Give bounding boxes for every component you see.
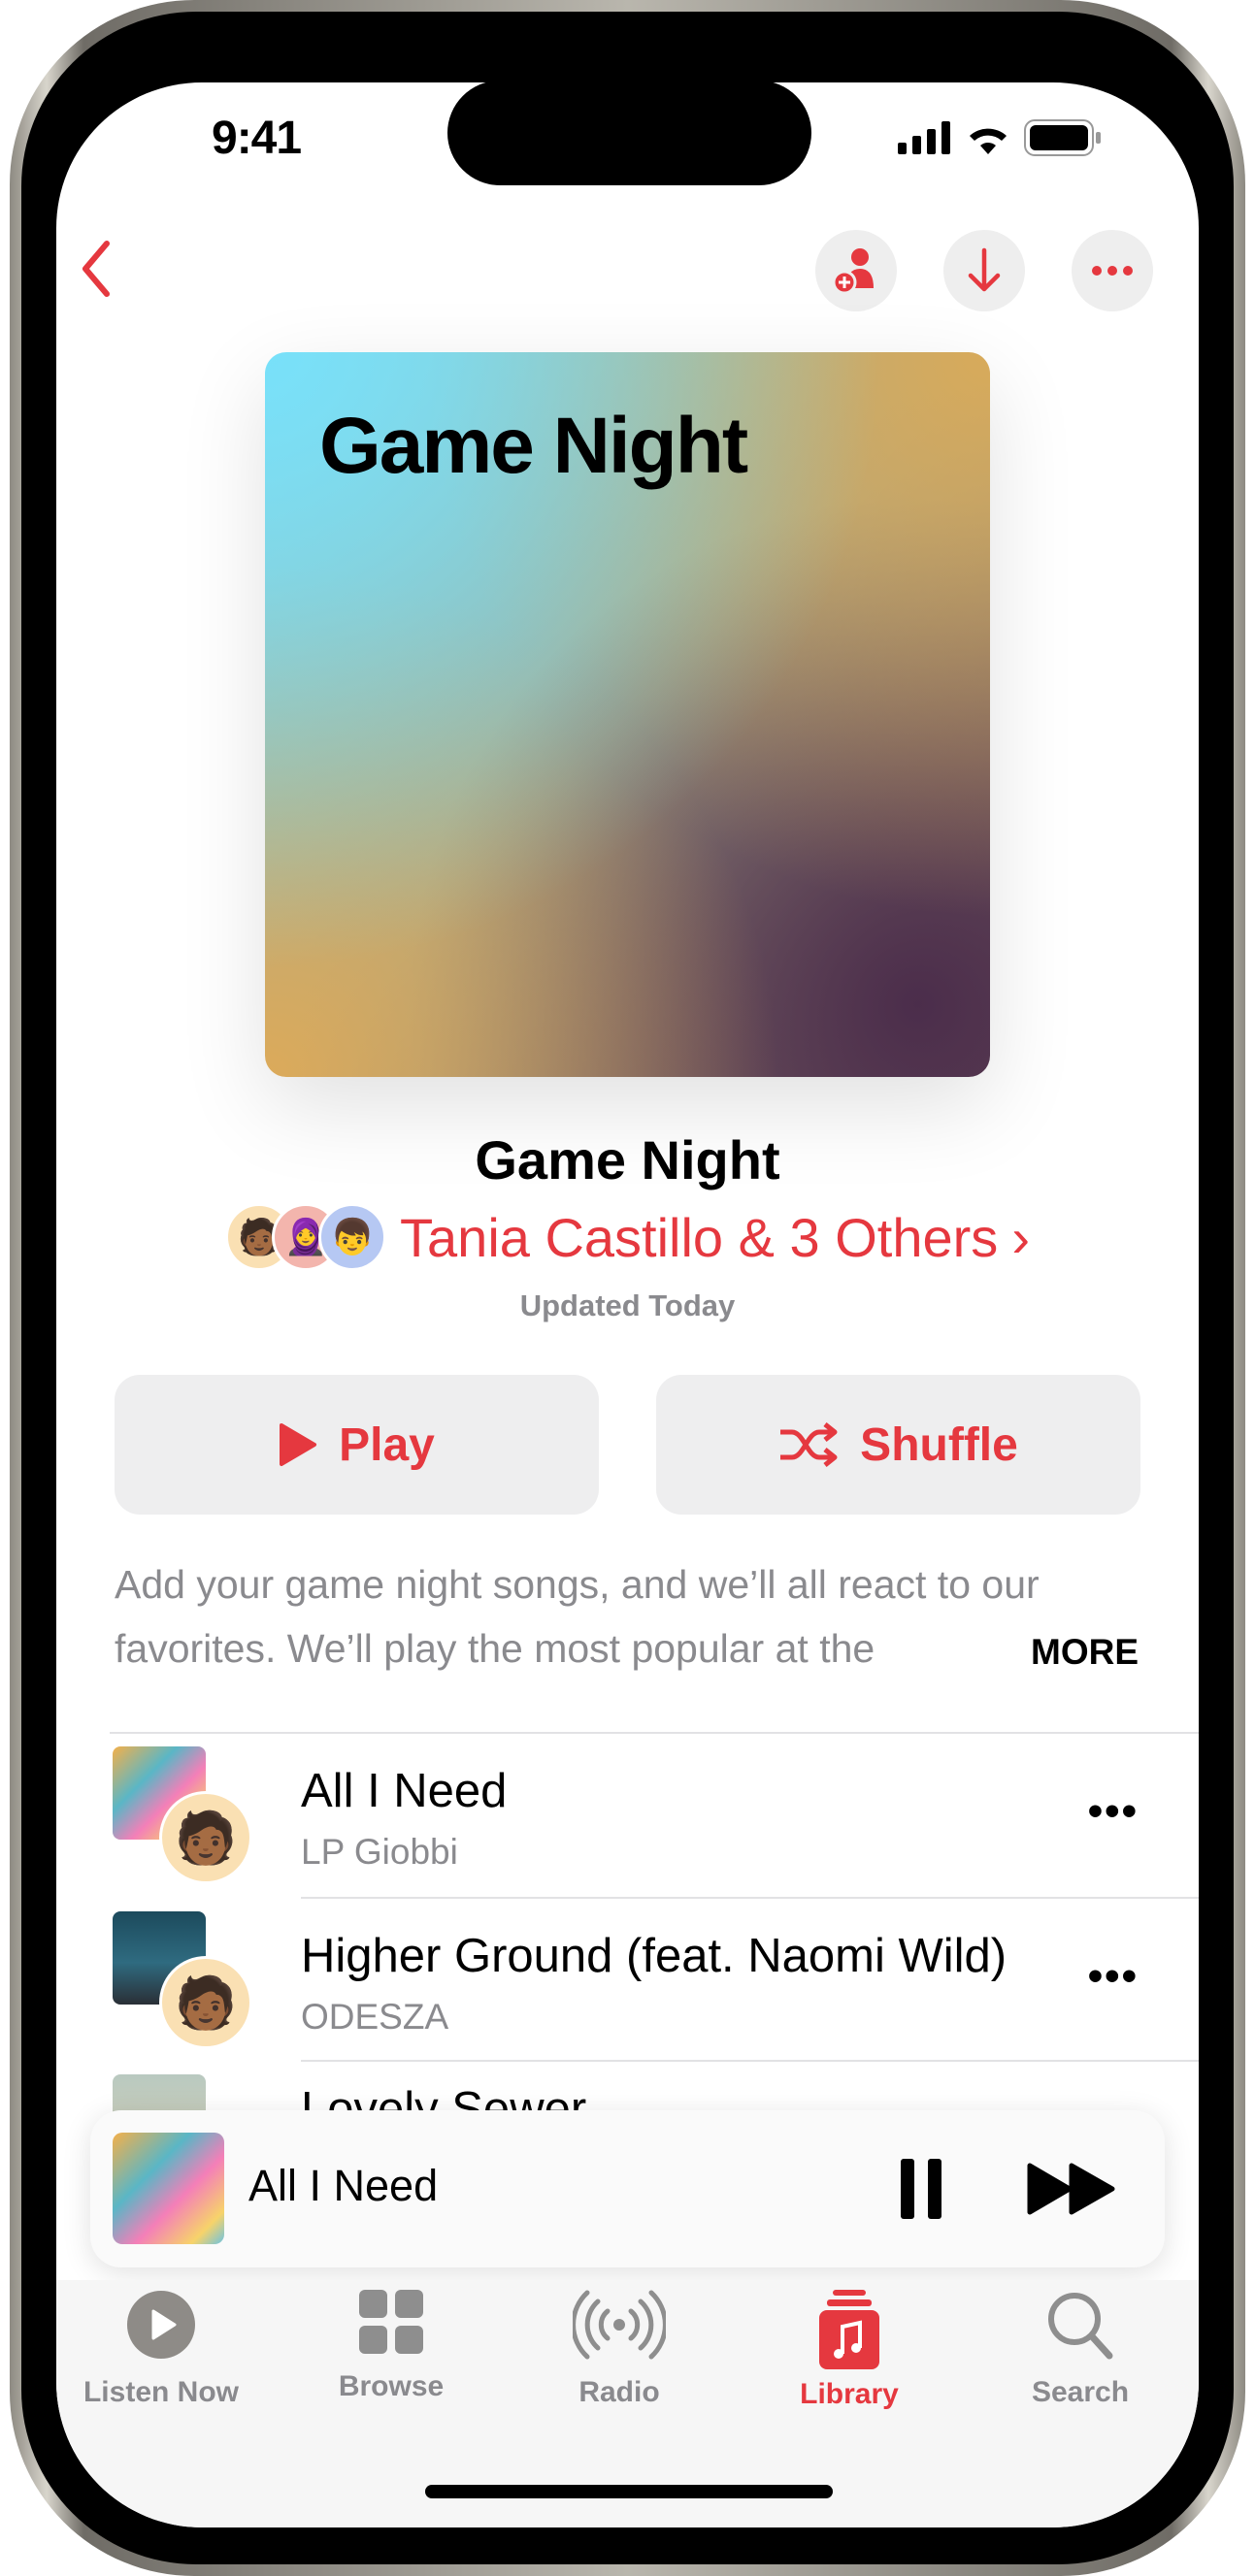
- tab-label: Search: [1031, 2376, 1130, 2408]
- wifi-icon: [970, 128, 1007, 154]
- divider: [110, 1732, 1199, 1734]
- mini-player[interactable]: All I Need: [90, 2110, 1165, 2267]
- description-more-button[interactable]: MORE: [992, 1632, 1139, 1673]
- track-row[interactable]: 🧑🏾 All I Need LP Giobbi •••: [56, 1735, 1199, 1898]
- avatar: 👦: [318, 1203, 387, 1271]
- shuffle-icon: [780, 1422, 838, 1467]
- chevron-right-icon: ›: [1011, 1206, 1030, 1268]
- play-circle-icon: [127, 2291, 195, 2359]
- download-button[interactable]: [943, 230, 1025, 311]
- add-collaborator-button[interactable]: [815, 230, 897, 311]
- radio-icon: [571, 2290, 668, 2360]
- home-indicator[interactable]: [425, 2485, 833, 2498]
- battery-icon: [1024, 119, 1101, 156]
- more-icon: [1092, 266, 1133, 276]
- now-playing-artwork: [113, 2133, 224, 2244]
- track-more-button[interactable]: •••: [1088, 1952, 1139, 2001]
- tab-bar: Listen Now Browse Radio Library Search: [56, 2280, 1199, 2527]
- cellular-signal-icon: [898, 121, 950, 154]
- collaborators-text: Tania Castillo & 3 Others: [400, 1206, 999, 1268]
- tab-label: Browse: [338, 2370, 445, 2402]
- tab-search[interactable]: Search: [983, 2290, 1177, 2409]
- search-icon: [1048, 2293, 1113, 2360]
- track-title: All I Need: [301, 1765, 508, 1817]
- divider: [301, 1897, 1199, 1899]
- play-icon: [280, 1423, 317, 1466]
- playlist-artwork: Game Night: [265, 352, 990, 1077]
- tab-browse[interactable]: Browse: [294, 2290, 488, 2403]
- status-icons: [898, 119, 1102, 156]
- tab-listen-now[interactable]: Listen Now: [64, 2290, 258, 2409]
- track-more-button[interactable]: •••: [1088, 1787, 1139, 1836]
- shuffle-label: Shuffle: [860, 1418, 1018, 1471]
- collaborator-avatars: 🧑🏾 🧕 👦: [225, 1203, 387, 1271]
- track-row[interactable]: 🧑🏾 Higher Ground (feat. Naomi Wild) ODES…: [56, 1900, 1199, 2063]
- now-playing-title: All I Need: [248, 2161, 439, 2210]
- download-icon: [968, 247, 1001, 292]
- library-icon: [819, 2290, 879, 2369]
- collaborators-link[interactable]: 🧑🏾 🧕 👦 Tania Castillo & 3 Others ›: [56, 1203, 1199, 1271]
- grid-icon: [359, 2290, 423, 2354]
- play-label: Play: [339, 1418, 435, 1471]
- artwork-title: Game Night: [319, 402, 748, 490]
- track-title: Higher Ground (feat. Naomi Wild): [301, 1930, 1007, 1982]
- fast-forward-icon[interactable]: [1027, 2163, 1120, 2215]
- shuffle-button[interactable]: Shuffle: [656, 1375, 1140, 1515]
- play-button[interactable]: Play: [115, 1375, 599, 1515]
- contributor-avatar: 🧑🏾: [159, 1791, 252, 1884]
- contributor-avatar: 🧑🏾: [159, 1956, 252, 2049]
- status-time: 9:41: [212, 113, 302, 164]
- updated-label: Updated Today: [519, 1288, 736, 1322]
- dynamic-island: [447, 82, 811, 185]
- back-chevron-icon[interactable]: [76, 240, 115, 298]
- more-options-button[interactable]: [1072, 230, 1153, 311]
- add-person-icon: [832, 248, 874, 295]
- pause-icon[interactable]: [899, 2159, 947, 2219]
- screen: 9:41 Game Night Game Night 🧑🏾 🧕 👦 Tania …: [56, 82, 1199, 2527]
- tab-label: Library: [800, 2378, 899, 2410]
- tab-label: Radio: [578, 2376, 660, 2408]
- tab-label: Listen Now: [83, 2376, 239, 2408]
- track-artist: LP Giobbi: [301, 1832, 458, 1872]
- playlist-title: Game Night: [475, 1129, 780, 1190]
- track-artist: ODESZA: [301, 1997, 449, 2037]
- tab-library[interactable]: Library: [752, 2290, 946, 2411]
- divider: [301, 2060, 1199, 2062]
- tab-radio[interactable]: Radio: [522, 2290, 716, 2409]
